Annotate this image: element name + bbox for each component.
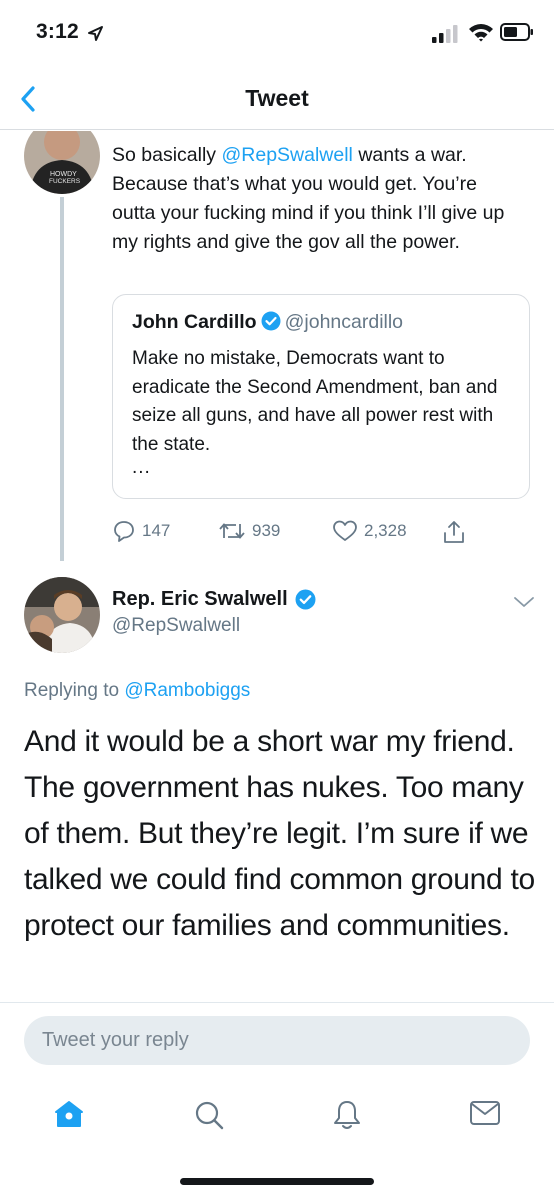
reply-button[interactable]: 147 [112,519,170,543]
signal-icon [432,25,458,43]
battery-icon [500,23,533,41]
author-name-row[interactable]: Rep. Eric Swalwell [112,588,320,611]
wifi-icon [469,24,493,42]
location-arrow-icon [88,26,103,41]
home-indicator [180,1178,374,1185]
author-handle[interactable]: @RepSwalwell [112,615,240,637]
reply-count: 147 [142,521,171,540]
avatar[interactable]: HOWDY FUCKERS [24,131,100,194]
status-time: 3:12 [36,20,79,43]
verified-icon [295,589,316,610]
retweet-icon [219,523,245,539]
retweet-count: 939 [252,521,281,540]
reply-box[interactable] [24,1016,530,1065]
thread-line [60,197,64,561]
mention-link[interactable]: @RepSwalwell [221,144,352,166]
tab-bar [0,1080,554,1150]
parent-tweet-text: So basically @RepSwalwell wants a war. B… [112,141,522,257]
quoted-tweet-ellipsis: ... [132,457,151,478]
tweet-text: And it would be a short war my friend. T… [24,725,535,942]
quoted-author-handle: @johncardillo [284,311,404,333]
svg-text:FUCKERS: FUCKERS [49,178,81,185]
replying-to: Replying to @Rambobiggs [24,680,250,702]
parent-tweet[interactable]: HOWDY FUCKERS So basically @RepSwalwell … [0,131,554,561]
status-bar: 3:12 [0,0,554,66]
like-icon [333,520,357,541]
home-icon[interactable] [53,1099,85,1129]
avatar[interactable] [24,577,100,653]
quoted-tweet-text: Make no mistake, Democrats want to eradi… [132,348,498,455]
tweet-text-prefix: So basically [112,144,222,166]
svg-text:HOWDY: HOWDY [50,171,77,178]
search-icon[interactable] [193,1099,225,1131]
like-button[interactable]: 2,328 [332,519,407,543]
like-count: 2,328 [364,521,407,540]
quoted-author-name: John Cardillo [132,311,257,333]
share-icon [444,521,464,543]
reply-icon [114,521,134,542]
replying-label: Replying to [24,680,125,701]
reply-input[interactable] [24,1016,530,1065]
chevron-down-icon[interactable] [512,594,536,610]
divider [0,1002,554,1003]
verified-icon [261,311,281,331]
messages-icon[interactable] [469,1099,501,1127]
author-name[interactable]: Rep. Eric Swalwell [112,588,288,611]
tweet-actions: 147 939 2,328 [112,519,532,549]
replying-to-link[interactable]: @Rambobiggs [124,680,250,701]
page-title: Tweet [245,85,309,111]
nav-bar: Tweet [0,66,554,130]
share-button[interactable] [442,519,466,545]
notifications-icon[interactable] [332,1099,362,1131]
quoted-tweet[interactable]: John Cardillo @johncardillo Make no mist… [112,294,530,499]
quoted-tweet-header: John Cardillo @johncardillo [132,311,403,334]
retweet-button[interactable]: 939 [218,519,280,543]
